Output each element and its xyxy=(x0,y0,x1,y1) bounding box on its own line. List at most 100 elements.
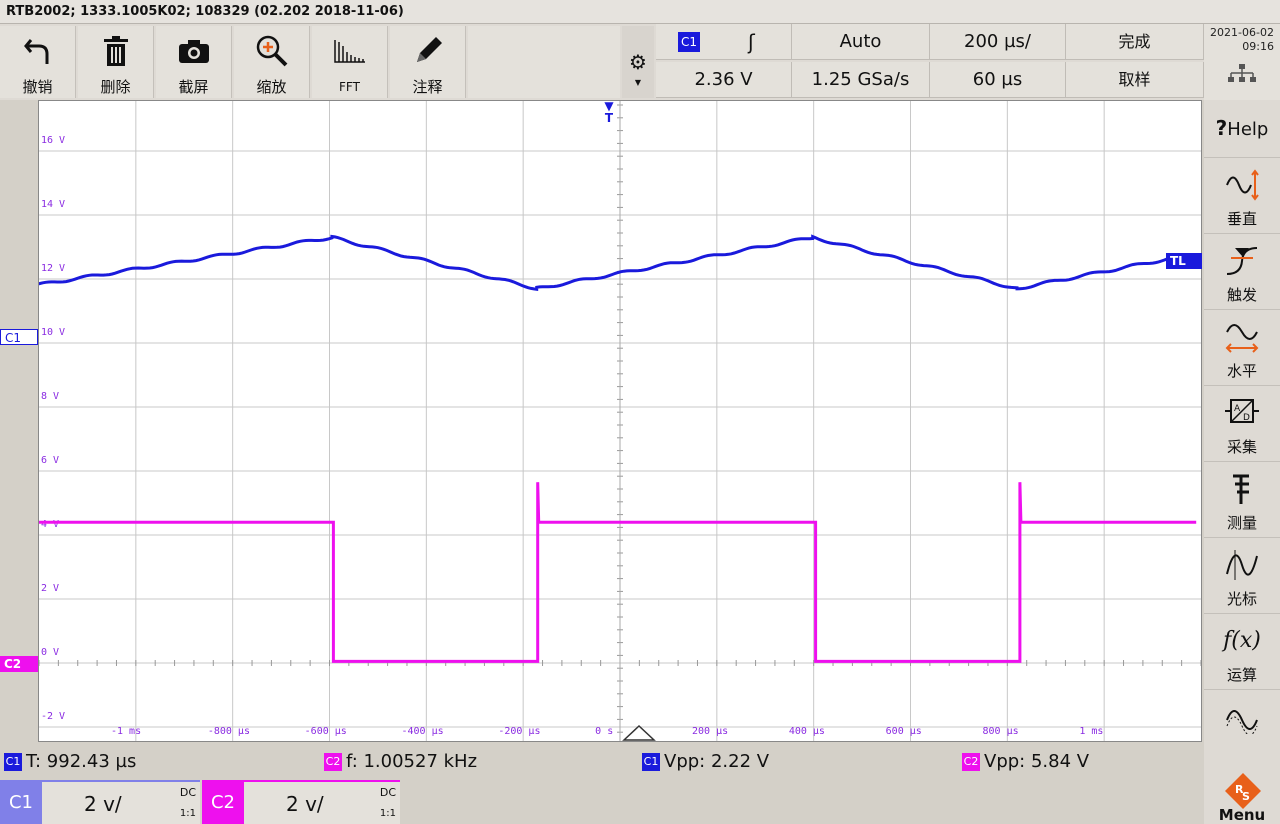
screenshot-label: 截屏 xyxy=(178,78,209,96)
channel-1-offset-marker[interactable]: C1 xyxy=(0,329,38,345)
trigger-button[interactable]: 触发 xyxy=(1204,234,1280,310)
measure-icon xyxy=(1204,472,1280,506)
trigger-level[interactable]: 2.36 V xyxy=(656,62,792,98)
trigger-level-label: TL xyxy=(1170,254,1186,268)
meas1-value: T: 992.43 µs xyxy=(26,751,137,772)
measure-label: 测量 xyxy=(1226,514,1257,532)
pencil-icon xyxy=(390,34,465,68)
trigger-mode[interactable]: Auto xyxy=(792,24,930,60)
meas4-channel-chip: C2 xyxy=(962,753,980,771)
waveform-traces xyxy=(39,234,1197,663)
trigger-slope-icon: ʃ xyxy=(748,30,755,54)
channel-1-settings[interactable]: C1 2 v/ DC 1:1 xyxy=(0,782,200,824)
channel-1-coupling: DC xyxy=(179,786,196,799)
channel-1-trace xyxy=(39,234,1197,292)
acquisition-mode[interactable]: 取样 xyxy=(1066,62,1204,98)
screenshot-button[interactable]: 截屏 xyxy=(156,26,232,98)
measurement-period[interactable]: C1 T: 992.43 µs xyxy=(4,750,136,774)
channel-1-label: C1 xyxy=(0,782,42,824)
fft-button[interactable]: FFT xyxy=(312,26,388,98)
math-label: 运算 xyxy=(1226,666,1257,684)
trigger-channel-chip: C1 xyxy=(678,32,700,52)
camera-icon xyxy=(156,34,231,68)
channel-2-marker-label: C2 xyxy=(4,657,22,671)
channel-2-scale: 2 v/ xyxy=(286,792,324,816)
channel-1-active-bar xyxy=(0,780,200,782)
channel-1-probe: 1:1 xyxy=(179,808,196,819)
toolbar-empty-slot xyxy=(468,26,620,98)
run-status[interactable]: 完成 xyxy=(1066,24,1204,60)
trigger-level-marker[interactable]: TL xyxy=(1166,253,1202,269)
measurement-frequency[interactable]: C2 f: 1.00527 kHz xyxy=(324,750,477,774)
more-button[interactable] xyxy=(1204,690,1280,780)
trigger-source[interactable]: C1 ʃ xyxy=(656,24,792,60)
measure-button[interactable]: 测量 xyxy=(1204,462,1280,538)
undo-button[interactable]: 撤销 xyxy=(0,26,76,98)
question-icon: ? xyxy=(1215,116,1228,140)
menu-button[interactable]: RS Menu xyxy=(1204,773,1280,824)
adc-icon: AD xyxy=(1204,396,1280,430)
help-label: Help xyxy=(1227,119,1269,140)
channel-1-marker-label: C1 xyxy=(5,331,22,345)
measurement-vpp-c1[interactable]: C1 Vpp: 2.22 V xyxy=(642,750,769,774)
zoom-button[interactable]: 缩放 xyxy=(234,26,310,98)
zoom-label: 缩放 xyxy=(256,78,287,96)
channel-2-settings[interactable]: C2 2 v/ DC 1:1 xyxy=(202,782,400,824)
menu-label: Menu xyxy=(1218,806,1266,824)
title-bar: RTB2002; 1333.1005K02; 108329 (02.202 20… xyxy=(0,0,1280,24)
cursor-icon xyxy=(1204,548,1280,582)
network-icon xyxy=(1204,64,1280,85)
help-button[interactable]: ?Help xyxy=(1204,100,1280,158)
annotate-label: 注释 xyxy=(412,78,443,96)
delete-label: 删除 xyxy=(100,78,131,96)
channel-2-active-bar xyxy=(202,780,400,782)
horizontal-icon xyxy=(1204,320,1280,354)
meas1-channel-chip: C1 xyxy=(4,753,22,771)
trash-icon xyxy=(78,34,153,68)
acquire-label: 采集 xyxy=(1226,438,1257,456)
gear-icon: ⚙ xyxy=(629,50,647,74)
horizontal-button[interactable]: 水平 xyxy=(1204,310,1280,386)
trigger-position-label: T xyxy=(604,111,614,125)
math-button[interactable]: f(x) 运算 xyxy=(1204,614,1280,690)
dropdown-arrow-icon: ▼ xyxy=(634,78,642,87)
sample-rate: 1.25 GSa/s xyxy=(792,62,930,98)
meas4-value: Vpp: 5.84 V xyxy=(984,751,1090,772)
cursor-button[interactable]: 光标 xyxy=(1204,538,1280,614)
channel-2-coupling: DC xyxy=(379,786,396,799)
right-sidebar: ?Help 垂直 触发 水平 AD 采集 测量 光标 f(x) 运算 xyxy=(1204,100,1280,780)
acquire-button[interactable]: AD 采集 xyxy=(1204,386,1280,462)
fft-label: FFT xyxy=(339,80,360,94)
date: 2021-06-02 xyxy=(1210,26,1274,39)
horizontal-label: 水平 xyxy=(1226,362,1257,380)
time: 09:16 xyxy=(1242,40,1274,53)
undo-icon xyxy=(0,34,75,68)
timebase[interactable]: 200 µs/ xyxy=(930,24,1066,60)
trigger-panel[interactable]: C1 ʃ Auto 200 µs/ 完成 2.36 V 1.25 GSa/s 6… xyxy=(656,24,1204,100)
vertical-icon xyxy=(1204,168,1280,202)
trigger-label: 触发 xyxy=(1226,286,1257,304)
measurement-vpp-c2[interactable]: C2 Vpp: 5.84 V xyxy=(962,750,1089,774)
channel-1-scale: 2 v/ xyxy=(84,792,122,816)
settings-button[interactable]: ⚙ ▼ xyxy=(622,26,654,98)
zero-time-marker-icon[interactable] xyxy=(622,724,656,746)
channel-2-probe: 1:1 xyxy=(379,808,396,819)
horizontal-position[interactable]: 60 µs xyxy=(930,62,1066,98)
scope-display[interactable]: 16 V 14 V 12 V 10 V8 V6 V4 V2 V0 V -2 V -1 m… xyxy=(38,100,1202,742)
meas3-value: Vpp: 2.22 V xyxy=(664,751,770,772)
math-icon: f(x) xyxy=(1223,628,1261,653)
trigger-position-marker[interactable]: ▼ T xyxy=(602,100,616,124)
channel-2-offset-marker[interactable]: C2 xyxy=(0,656,38,672)
reference-icon xyxy=(1204,700,1280,734)
svg-text:A: A xyxy=(1234,404,1241,414)
svg-text:S: S xyxy=(1242,790,1250,803)
vertical-button[interactable]: 垂直 xyxy=(1204,158,1280,234)
vertical-label: 垂直 xyxy=(1226,210,1257,228)
channel-2-trace xyxy=(39,482,1197,663)
clock: 2021-06-02 09:16 xyxy=(1204,24,1280,100)
delete-button[interactable]: 删除 xyxy=(78,26,154,98)
meas2-channel-chip: C2 xyxy=(324,753,342,771)
annotate-button[interactable]: 注释 xyxy=(390,26,466,98)
meas3-channel-chip: C1 xyxy=(642,753,660,771)
svg-text:D: D xyxy=(1243,413,1250,423)
